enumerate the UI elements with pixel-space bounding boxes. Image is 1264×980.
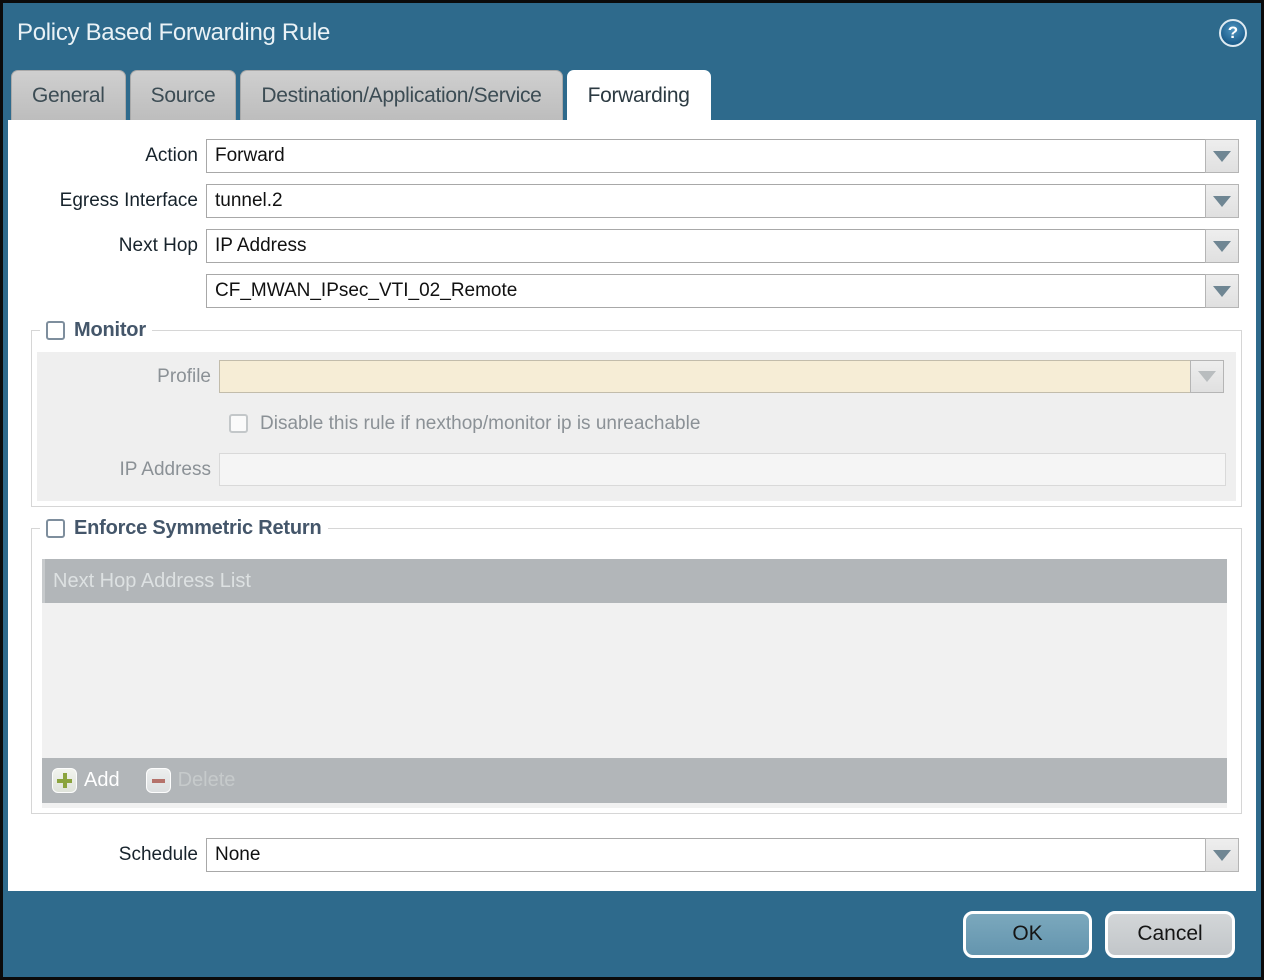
action-label: Action (8, 145, 206, 167)
screen-frame: Policy Based Forwarding Rule ? General S… (0, 0, 1264, 980)
profile-dropdown-button[interactable] (1190, 360, 1224, 393)
dialog-footer: OK Cancel (3, 891, 1261, 977)
tab-destination-application-service[interactable]: Destination/Application/Service (240, 70, 562, 120)
egress-interface-dropdown-button[interactable] (1205, 184, 1239, 218)
egress-interface-select[interactable]: tunnel.2 (206, 184, 1206, 218)
egress-interface-label: Egress Interface (8, 190, 206, 212)
minus-icon (146, 768, 171, 793)
disable-rule-row: Disable this rule if nexthop/monitor ip … (229, 411, 1230, 436)
tab-content-forwarding: Action Forward Egress Interface tunnel.2… (8, 120, 1256, 891)
chevron-down-icon (1198, 371, 1216, 382)
monitor-panel: Profile Disable this rule if nexthop/mon… (37, 352, 1236, 501)
action-select[interactable]: Forward (206, 139, 1206, 173)
delete-button-label: Delete (178, 769, 236, 792)
schedule-select[interactable]: None (206, 838, 1206, 872)
ok-button[interactable]: OK (963, 911, 1092, 958)
plus-icon (52, 768, 77, 793)
tab-source[interactable]: Source (130, 70, 237, 120)
profile-label: Profile (37, 366, 219, 388)
chevron-down-icon (1213, 196, 1231, 207)
monitor-ip-address-input[interactable] (219, 453, 1226, 486)
profile-row: Profile (37, 360, 1230, 393)
schedule-row: Schedule None (8, 838, 1239, 872)
next-hop-address-list-table: Next Hop Address List Add Delete (42, 559, 1227, 808)
next-hop-row: Next Hop IP Address (8, 229, 1239, 263)
symmetric-return-legend: Enforce Symmetric Return (40, 517, 328, 540)
tab-general[interactable]: General (11, 70, 126, 120)
profile-select[interactable] (219, 360, 1191, 393)
symmetric-return-fieldset: Enforce Symmetric Return Next Hop Addres… (31, 517, 1242, 814)
next-hop-type-select[interactable]: IP Address (206, 229, 1206, 263)
next-hop-label: Next Hop (8, 235, 206, 257)
disable-rule-label: Disable this rule if nexthop/monitor ip … (260, 413, 700, 435)
next-hop-type-dropdown-button[interactable] (1205, 229, 1239, 263)
tab-bar: General Source Destination/Application/S… (3, 62, 1261, 120)
next-hop-address-row: CF_MWAN_IPsec_VTI_02_Remote (8, 274, 1239, 308)
dialog-title: Policy Based Forwarding Rule (17, 19, 330, 47)
table-bottom-strip (42, 803, 1227, 808)
table-column-header[interactable]: Next Hop Address List (42, 559, 1227, 603)
table-toolbar: Add Delete (42, 758, 1227, 803)
chevron-down-icon (1213, 241, 1231, 252)
symmetric-return-checkbox[interactable] (46, 519, 65, 538)
monitor-legend-label: Monitor (74, 319, 146, 342)
dialog-titlebar: Policy Based Forwarding Rule ? (3, 3, 1261, 62)
symmetric-return-legend-label: Enforce Symmetric Return (74, 517, 322, 540)
schedule-label: Schedule (8, 844, 206, 866)
pbf-rule-dialog: Policy Based Forwarding Rule ? General S… (3, 3, 1261, 977)
monitor-fieldset: Monitor Profile Disable this rule if nex… (31, 319, 1242, 507)
monitor-ip-address-label: IP Address (37, 459, 219, 481)
cancel-button[interactable]: Cancel (1105, 911, 1235, 958)
next-hop-address-select[interactable]: CF_MWAN_IPsec_VTI_02_Remote (206, 274, 1206, 308)
next-hop-address-dropdown-button[interactable] (1205, 274, 1239, 308)
action-row: Action Forward (8, 139, 1239, 173)
monitor-ip-address-row: IP Address (37, 453, 1230, 486)
add-button[interactable]: Add (52, 768, 120, 793)
monitor-legend: Monitor (40, 319, 152, 342)
disable-rule-checkbox[interactable] (229, 414, 248, 433)
chevron-down-icon (1213, 151, 1231, 162)
tab-forwarding[interactable]: Forwarding (567, 70, 711, 120)
action-dropdown-button[interactable] (1205, 139, 1239, 173)
delete-button[interactable]: Delete (146, 768, 236, 793)
schedule-dropdown-button[interactable] (1205, 838, 1239, 872)
monitor-checkbox[interactable] (46, 321, 65, 340)
chevron-down-icon (1213, 286, 1231, 297)
add-button-label: Add (84, 769, 120, 792)
table-body-empty[interactable] (42, 603, 1227, 758)
help-icon[interactable]: ? (1219, 19, 1247, 47)
egress-interface-row: Egress Interface tunnel.2 (8, 184, 1239, 218)
chevron-down-icon (1213, 850, 1231, 861)
